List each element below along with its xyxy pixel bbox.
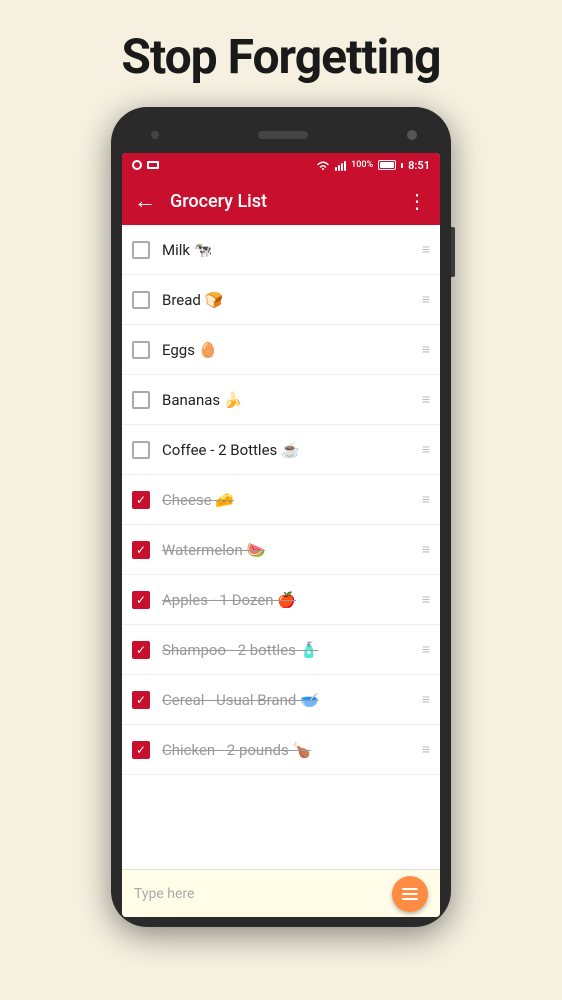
toolbar-title: Grocery List [170, 191, 407, 212]
front-camera [151, 131, 159, 139]
wifi-icon [316, 160, 330, 171]
item-label: Cereal - Usual Brand 🥣 [162, 691, 414, 709]
sim-icon [147, 161, 159, 169]
drag-handle-icon[interactable]: ≡ [422, 441, 430, 458]
input-placeholder[interactable]: Type here [134, 886, 392, 902]
notification-light [407, 130, 417, 140]
phone-device: 100% 8:51 ← Grocery List ⋮ Milk 🐄≡Bread … [111, 107, 451, 927]
item-checkbox[interactable] [132, 391, 150, 409]
item-checkbox[interactable] [132, 441, 150, 459]
item-checkbox[interactable] [132, 291, 150, 309]
drag-handle-icon[interactable]: ≡ [422, 741, 430, 758]
item-label: Coffee - 2 Bottles ☕ [162, 441, 414, 459]
list-item: Cheese 🧀 ≡ [122, 475, 440, 525]
status-time: 8:51 [408, 159, 430, 172]
list-item: Cereal - Usual Brand 🥣 ≡ [122, 675, 440, 725]
list-item: Coffee - 2 Bottles ☕ ≡ [122, 425, 440, 475]
drag-handle-icon[interactable]: ≡ [422, 541, 430, 558]
item-label: Bread 🍞 [162, 291, 414, 309]
list-item: Bananas 🍌 ≡ [122, 375, 440, 425]
battery-icon [378, 160, 396, 170]
item-label: Apples - 1 Dozen 🍎 [162, 591, 414, 609]
list-item: Chicken - 2 pounds 🍗 ≡ [122, 725, 440, 775]
phone-screen: 100% 8:51 ← Grocery List ⋮ Milk 🐄≡Bread … [122, 153, 440, 917]
power-button [451, 227, 455, 277]
earpiece-speaker [258, 131, 308, 139]
phone-top-bar [121, 117, 441, 153]
drag-handle-icon[interactable]: ≡ [422, 491, 430, 508]
item-checkbox[interactable] [132, 341, 150, 359]
item-checkbox[interactable] [132, 591, 150, 609]
item-label: Bananas 🍌 [162, 391, 414, 409]
item-label: Chicken - 2 pounds 🍗 [162, 741, 414, 759]
list-item: Apples - 1 Dozen 🍎 ≡ [122, 575, 440, 625]
item-checkbox[interactable] [132, 641, 150, 659]
drag-handle-icon[interactable]: ≡ [422, 391, 430, 408]
toolbar: ← Grocery List ⋮ [122, 177, 440, 225]
more-options-button[interactable]: ⋮ [407, 189, 428, 213]
headline: Stop Forgetting [121, 28, 440, 85]
drag-handle-icon[interactable]: ≡ [422, 591, 430, 608]
list-item: Shampoo - 2 bottles 🧴 ≡ [122, 625, 440, 675]
item-label: Milk 🐄 [162, 241, 414, 259]
list-item: Eggs 🥚 ≡ [122, 325, 440, 375]
grocery-list: Milk 🐄≡Bread 🍞≡Eggs 🥚≡Bananas 🍌≡Coffee -… [122, 225, 440, 869]
status-left-icons [132, 160, 159, 170]
drag-handle-icon[interactable]: ≡ [422, 691, 430, 708]
add-item-button[interactable] [392, 876, 428, 912]
item-label: Watermelon 🍉 [162, 541, 414, 559]
status-right-info: 100% 8:51 [316, 159, 430, 172]
item-checkbox[interactable] [132, 491, 150, 509]
add-icon [401, 885, 419, 903]
notification-icon [132, 160, 142, 170]
bottom-input-bar: Type here [122, 869, 440, 917]
item-label: Cheese 🧀 [162, 491, 414, 509]
list-item: Milk 🐄 ≡ [122, 225, 440, 275]
drag-handle-icon[interactable]: ≡ [422, 341, 430, 358]
drag-handle-icon[interactable]: ≡ [422, 241, 430, 258]
status-bar: 100% 8:51 [122, 153, 440, 177]
item-checkbox[interactable] [132, 241, 150, 259]
drag-handle-icon[interactable]: ≡ [422, 641, 430, 658]
list-item: Watermelon 🍉 ≡ [122, 525, 440, 575]
signal-icon [335, 159, 346, 171]
item-checkbox[interactable] [132, 691, 150, 709]
item-label: Shampoo - 2 bottles 🧴 [162, 641, 414, 659]
drag-handle-icon[interactable]: ≡ [422, 291, 430, 308]
list-item: Bread 🍞 ≡ [122, 275, 440, 325]
item-label: Eggs 🥚 [162, 341, 414, 359]
item-checkbox[interactable] [132, 741, 150, 759]
battery-percentage: 100% [351, 160, 373, 170]
back-button[interactable]: ← [134, 188, 156, 214]
item-checkbox[interactable] [132, 541, 150, 559]
